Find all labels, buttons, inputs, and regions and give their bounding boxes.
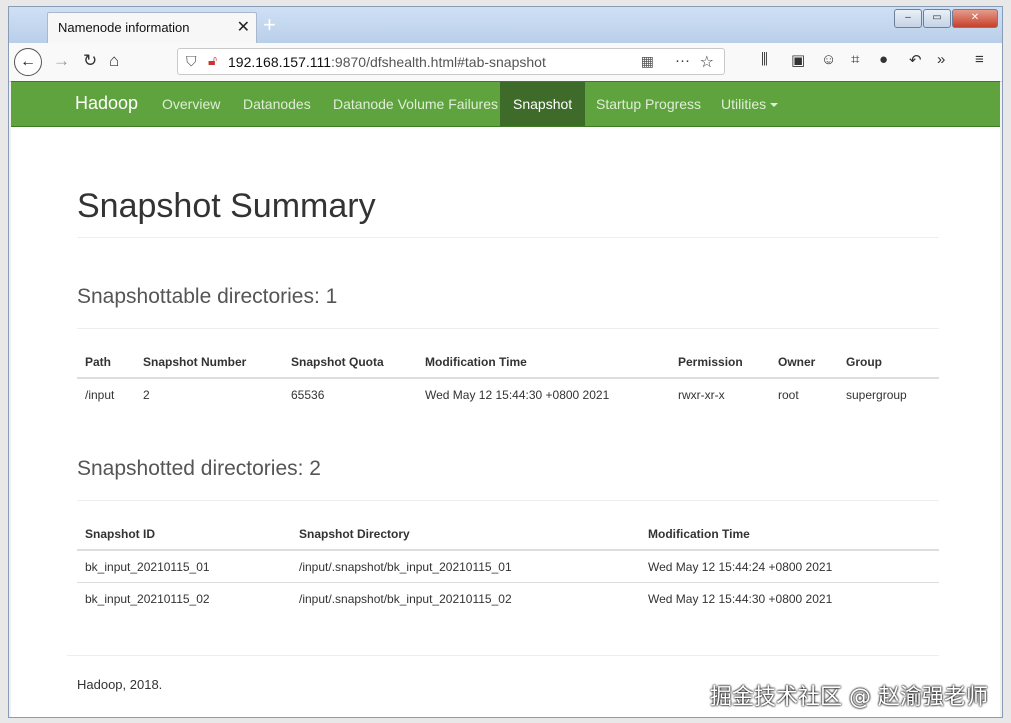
account-icon[interactable]: ☺ [821,51,836,68]
table-cell: 65536 [291,387,325,402]
chat-icon[interactable]: ● [879,51,888,68]
url-text[interactable]: 192.168.157.111:9870/dfshealth.html#tab-… [228,54,546,70]
page-footer: Hadoop, 2018. [77,677,163,692]
window-controls: ‒ ▭ ✕ [894,9,998,28]
page-actions-icon[interactable]: ··· [675,52,690,69]
shield-icon[interactable]: ⛉ [186,53,197,70]
bookmark-star-icon[interactable]: ☆ [700,52,714,72]
new-tab-button[interactable]: + [263,12,276,38]
close-window-button[interactable]: ✕ [952,9,998,28]
table-row: bk_input_20210115_01 /input/.snapshot/bk… [77,550,939,583]
column-header: Modification Time [417,347,670,379]
home-icon[interactable]: ⌂ [109,51,119,71]
footer-divider [67,655,939,656]
insecure-lock-icon[interactable]: 🔓︎ [208,52,217,69]
table-cell: /input/.snapshot/bk_input_20210115_02 [299,591,512,606]
hadoop-navbar: Hadoop Overview Datanodes Datanode Volum… [11,81,1000,127]
library-icon[interactable]: ⫼ [761,51,768,68]
table-header-row: Snapshot ID Snapshot Directory Modificat… [77,519,939,551]
nav-datanode-volume-failures[interactable]: Datanode Volume Failures [320,82,511,126]
snapshotted-divider [77,500,939,501]
browser-tab[interactable]: Namenode information ✕ [47,12,257,43]
column-header: Path [77,347,135,379]
snapshottable-table: Path Snapshot Number Snapshot Quota Modi… [77,347,939,410]
snapshottable-heading: Snapshottable directories: 1 [77,285,338,308]
column-header: Snapshot Quota [283,347,417,379]
browser-window: Namenode information ✕ + ‒ ▭ ✕ ← → ↻ ⌂ ⛉… [8,6,1003,718]
snapshotted-table: Snapshot ID Snapshot Directory Modificat… [77,519,939,614]
nav-utilities[interactable]: Utilities [708,82,791,126]
caret-down-icon [770,103,779,108]
table-cell: Wed May 12 15:44:30 +0800 2021 [648,591,833,606]
table-cell: Wed May 12 15:44:30 +0800 2021 [425,387,610,402]
title-bar: Namenode information ✕ + ‒ ▭ ✕ [9,7,1002,43]
page-title: Snapshot Summary [77,187,376,225]
reload-icon[interactable]: ↻ [83,51,97,71]
table-cell: /input [85,387,115,402]
table-cell: bk_input_20210115_01 [77,550,291,583]
url-host: 192.168.157.111 [228,54,332,70]
screenshot-icon[interactable]: ⌗ [851,51,859,68]
undo-icon[interactable]: ↶ [909,51,922,69]
snapshottable-divider [77,328,939,329]
url-path: :9870/dfshealth.html#tab-snapshot [331,54,546,70]
tab-close-icon[interactable]: ✕ [237,13,250,43]
nav-utilities-label: Utilities [721,96,767,112]
nav-snapshot[interactable]: Snapshot [500,82,586,126]
column-header: Modification Time [640,519,939,551]
table-cell: Wed May 12 15:44:24 +0800 2021 [640,550,939,583]
sidebar-icon[interactable]: ▣ [791,51,805,69]
column-header: Snapshot Number [135,347,283,379]
minimize-button[interactable]: ‒ [894,9,922,28]
column-header: Snapshot Directory [291,519,640,551]
snapshotted-heading: Snapshotted directories: 2 [77,457,321,480]
nav-startup-progress[interactable]: Startup Progress [583,82,714,126]
table-cell: supergroup [846,387,907,402]
table-cell: /input/.snapshot/bk_input_20210115_01 [291,550,640,583]
nav-overview[interactable]: Overview [149,82,233,126]
table-header-row: Path Snapshot Number Snapshot Quota Modi… [77,347,939,379]
nav-datanodes[interactable]: Datanodes [230,82,324,126]
column-header: Group [838,347,939,379]
table-row: /input 2 65536 Wed May 12 15:44:30 +0800… [77,378,939,410]
qr-code-icon[interactable]: ▦ [641,53,654,70]
navigation-toolbar: ← → ↻ ⌂ ⛉ 🔓︎ 192.168.157.111:9870/dfshea… [9,43,1002,82]
title-divider [77,237,939,238]
table-cell: rwxr-xr-x [678,387,725,402]
maximize-button[interactable]: ▭ [923,9,951,28]
forward-arrow-icon[interactable]: → [53,51,70,71]
url-bar[interactable]: ⛉ 🔓︎ 192.168.157.111:9870/dfshealth.html… [177,48,725,75]
tab-title: Namenode information [58,20,190,35]
column-header: Permission [670,347,770,379]
table-cell: root [778,387,799,402]
overflow-chevron-icon[interactable]: » [937,51,945,68]
column-header: Owner [770,347,838,379]
table-cell: 2 [143,387,150,402]
column-header: Snapshot ID [77,519,291,551]
table-cell: bk_input_20210115_02 [85,591,210,606]
table-row: bk_input_20210115_02 /input/.snapshot/bk… [77,583,939,615]
menu-icon[interactable]: ≡ [975,51,984,68]
watermark: 掘金技术社区 @ 赵渝强老师 [710,685,988,710]
page-content: Snapshot Summary Snapshottable directori… [11,127,1000,717]
back-arrow-icon[interactable]: ← [14,48,42,76]
hadoop-brand[interactable]: Hadoop [75,93,138,114]
